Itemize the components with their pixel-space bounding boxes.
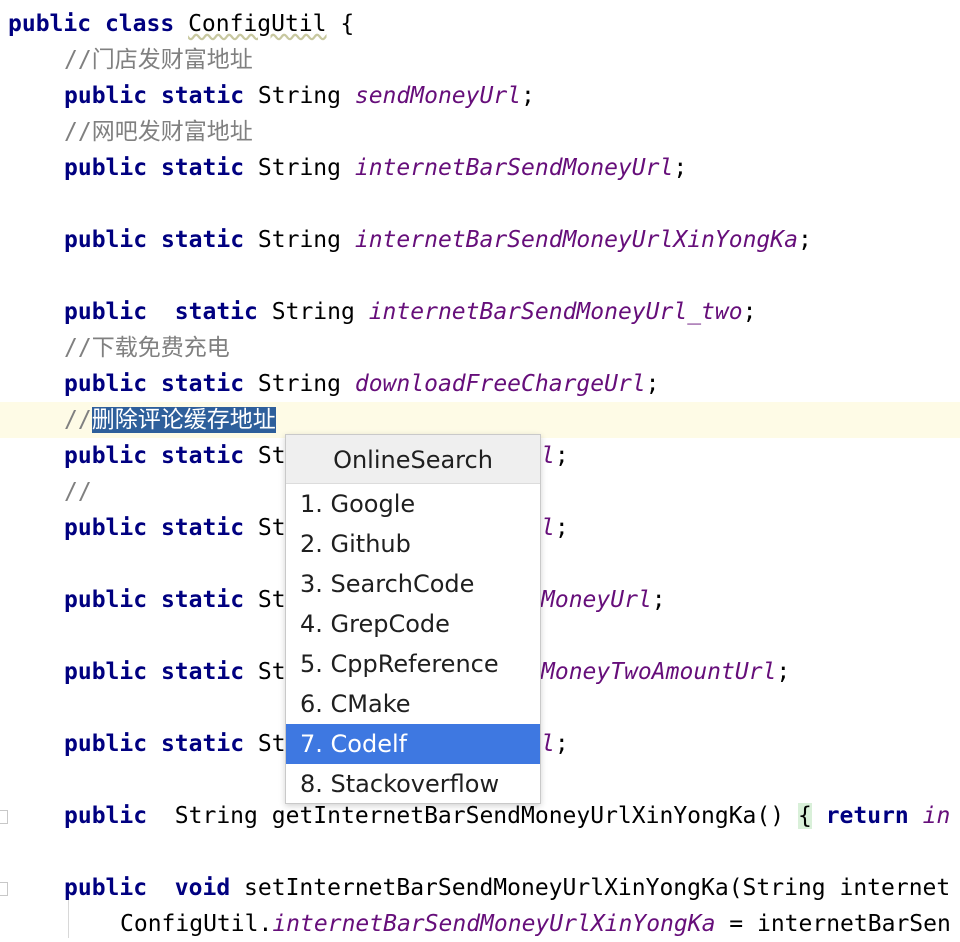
keyword-public: public [64,587,148,613]
field-tail: MoneyTwoAmountUrl [541,659,777,685]
menu-item-stackoverflow[interactable]: 8. Stackoverflow [286,764,540,804]
keyword-static: static [160,659,245,685]
keyword-public: public [64,83,148,109]
field-netbar-url: internetBarSendMoneyUrl [354,155,674,181]
open-brace-highlight: { [797,803,812,829]
code-line-class-declaration: public class ConfigUtil { [0,6,960,42]
type-string: String [174,803,258,829]
method-getter-signature: getInternetBarSendMoneyUrlXinYongKa() [271,803,785,829]
keyword-return: return [825,803,909,829]
keyword-public: public [64,227,148,253]
keyword-static: static [160,515,245,541]
code-line-comment-netbar: //网吧发财富地址 [0,114,960,150]
popup-title: OnlineSearch [286,435,540,484]
semicolon: ; [776,659,791,685]
method-setter-signature: setInternetBarSendMoneyUrlXinYongKa(Stri… [244,875,951,901]
field-tail: l [541,443,555,469]
type-string-partial: St [257,659,286,685]
field-tail: l [541,515,555,541]
keyword-static: static [160,227,245,253]
type-string: String [257,227,341,253]
type-string: String [257,155,341,181]
type-string-partial: St [257,515,286,541]
code-line-partial-2-tail: l; [541,510,960,546]
menu-item-codelf[interactable]: 7. Codelf [286,724,540,764]
keyword-class: class [104,11,175,37]
semicolon: ; [742,299,757,325]
keyword-static: static [160,443,245,469]
code-line-comment-download: //下载免费充电 [0,330,960,366]
keyword-public: public [64,515,148,541]
keyword-public: public [64,299,148,325]
code-line-netbar-url: public static String internetBarSendMone… [0,150,960,186]
semicolon: ; [645,371,660,397]
code-line-netbar-two-url: public static String internetBarSendMone… [0,294,960,330]
field-tail: in [922,803,951,829]
field-tail: l [541,731,555,757]
code-line-comment-store: //门店发财富地址 [0,42,960,78]
semicolon: ; [521,83,535,109]
comment-prefix: // [64,407,92,433]
keyword-public: public [64,155,148,181]
field-netbar-xyk-url: internetBarSendMoneyUrlXinYongKa [354,227,798,253]
keyword-static: static [160,371,245,397]
type-string-partial: St [257,443,286,469]
type-string-partial: St [257,731,286,757]
type-string: String [257,371,341,397]
code-line-netbar-xyk-url: public static String internetBarSendMone… [0,222,960,258]
code-line-partial-5-tail: l; [541,726,960,762]
code-line-assignment: ConfigUtil.internetBarSendMoneyUrlXinYon… [0,906,960,942]
field-download-url: downloadFreeChargeUrl [354,371,646,397]
keyword-static: static [160,731,245,757]
assignment-rest: = internetBarSen [715,911,951,937]
keyword-public: public [64,875,148,901]
menu-item-searchcode[interactable]: 3. SearchCode [286,564,540,604]
field-netbar-two-url: internetBarSendMoneyUrl_two [368,299,743,325]
keyword-public: public [64,371,148,397]
type-string: String [257,83,341,109]
menu-item-cmake[interactable]: 6. CMake [286,684,540,724]
menu-item-grepcode[interactable]: 4. GrepCode [286,604,540,644]
semicolon: ; [673,155,688,181]
keyword-public: public [64,731,148,757]
comment-empty: // [64,479,92,505]
menu-item-cppreference[interactable]: 5. CppReference [286,644,540,684]
semicolon: ; [554,731,569,757]
comment-store-url: //门店发财富地址 [64,47,253,73]
type-string-partial: St [257,587,286,613]
keyword-public: public [64,803,148,829]
code-line-setter: public void setInternetBarSendMoneyUrlXi… [0,870,960,906]
semicolon: ; [651,587,666,613]
menu-item-github[interactable]: 2. Github [286,524,540,564]
field-send-money-url: sendMoneyUrl [354,83,522,109]
keyword-static: static [174,299,258,325]
field-tail: MoneyUrl [541,587,652,613]
semicolon: ; [797,227,812,253]
keyword-static: static [160,587,245,613]
class-reference: ConfigUtil. [120,911,273,937]
code-line-partial-3-tail: MoneyUrl; [541,582,960,618]
field-netbar-xyk-url: internetBarSendMoneyUrlXinYongKa [272,911,716,937]
keyword-public: public [64,443,148,469]
semicolon: ; [554,443,569,469]
online-search-popup[interactable]: OnlineSearch 1. Google 2. Github 3. Sear… [285,434,541,804]
keyword-public: public [64,659,148,685]
semicolon: ; [554,515,569,541]
comment-download-url: //下载免费充电 [64,335,230,361]
code-line-partial-4-tail: MoneyTwoAmountUrl; [541,654,960,690]
open-brace: { [340,11,355,37]
keyword-static: static [160,83,245,109]
code-line-comment-delete: //删除评论缓存地址 [0,402,960,438]
code-line-download-url: public static String downloadFreeChargeU… [0,366,960,402]
keyword-void: void [174,875,231,901]
menu-item-google[interactable]: 1. Google [286,484,540,524]
keyword-public: public [8,11,92,37]
code-line-partial-1-tail: l; [541,438,960,474]
comment-netbar-url: //网吧发财富地址 [64,119,253,145]
keyword-static: static [160,155,245,181]
selected-text[interactable]: 删除评论缓存地址 [91,407,276,433]
type-string: String [271,299,355,325]
code-line-send-money-url: public static String sendMoneyUrl; [0,78,960,114]
class-name: ConfigUtil [188,11,327,37]
